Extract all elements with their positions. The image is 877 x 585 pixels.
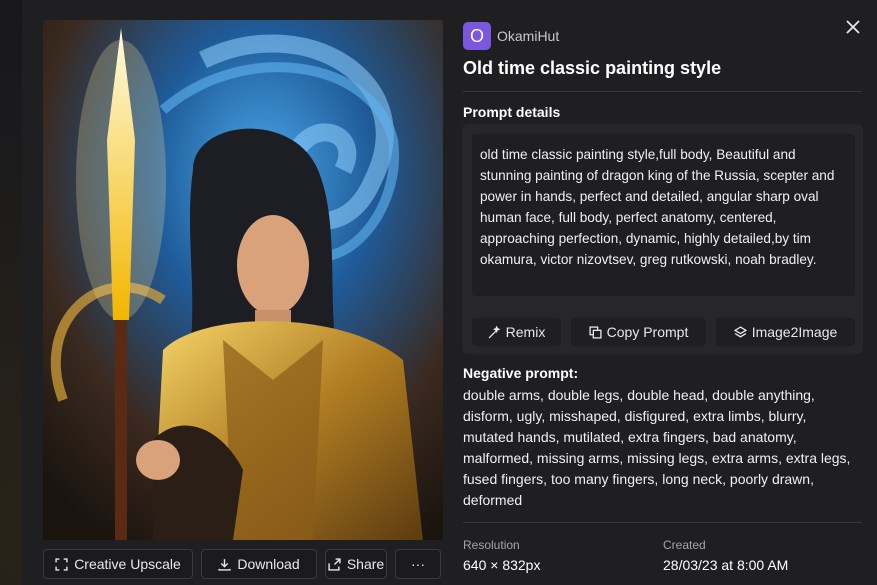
generated-artwork bbox=[43, 20, 443, 540]
negative-prompt-text: double arms, double legs, double head, d… bbox=[463, 387, 851, 508]
image2image-button[interactable]: Image2Image bbox=[716, 318, 855, 346]
magic-wand-icon bbox=[488, 325, 501, 339]
created-label: Created bbox=[663, 538, 706, 552]
layers-icon bbox=[733, 325, 747, 339]
divider bbox=[463, 522, 862, 523]
remix-label: Remix bbox=[505, 324, 546, 340]
close-icon bbox=[846, 20, 860, 34]
copy-icon bbox=[589, 325, 602, 339]
divider bbox=[463, 91, 862, 92]
download-label: Download bbox=[237, 556, 300, 572]
close-button[interactable] bbox=[842, 16, 864, 38]
share-icon bbox=[328, 557, 341, 571]
share-button[interactable]: Share bbox=[325, 549, 387, 579]
remix-button[interactable]: Remix bbox=[472, 318, 561, 346]
expand-icon bbox=[55, 557, 68, 571]
copy-prompt-button[interactable]: Copy Prompt bbox=[571, 318, 706, 346]
download-button[interactable]: Download bbox=[201, 549, 317, 579]
resolution-value: 640 × 832px bbox=[463, 557, 541, 573]
avatar: O bbox=[463, 22, 491, 50]
share-label: Share bbox=[346, 556, 385, 572]
creative-upscale-button[interactable]: Creative Upscale bbox=[43, 549, 193, 579]
copy-prompt-label: Copy Prompt bbox=[606, 324, 689, 340]
author-info[interactable]: O OkamiHut bbox=[463, 22, 559, 50]
prompt-card: old time classic painting style,full bod… bbox=[462, 124, 863, 354]
creative-upscale-label: Creative Upscale bbox=[74, 556, 181, 572]
image-title: Old time classic painting style bbox=[463, 58, 722, 78]
prompt-text: old time classic painting style,full bod… bbox=[472, 134, 855, 296]
created-value: 28/03/23 at 8:00 AM bbox=[663, 557, 789, 573]
image2image-label: Image2Image bbox=[751, 324, 838, 340]
author-name[interactable]: OkamiHut bbox=[497, 28, 559, 44]
more-options-button[interactable]: ··· bbox=[395, 549, 441, 579]
more-icon: ··· bbox=[411, 556, 425, 572]
resolution-label: Resolution bbox=[463, 538, 520, 552]
prompt-details-label: Prompt details bbox=[463, 104, 561, 120]
negative-prompt-label: Negative prompt: bbox=[463, 365, 579, 381]
download-icon bbox=[218, 558, 231, 571]
